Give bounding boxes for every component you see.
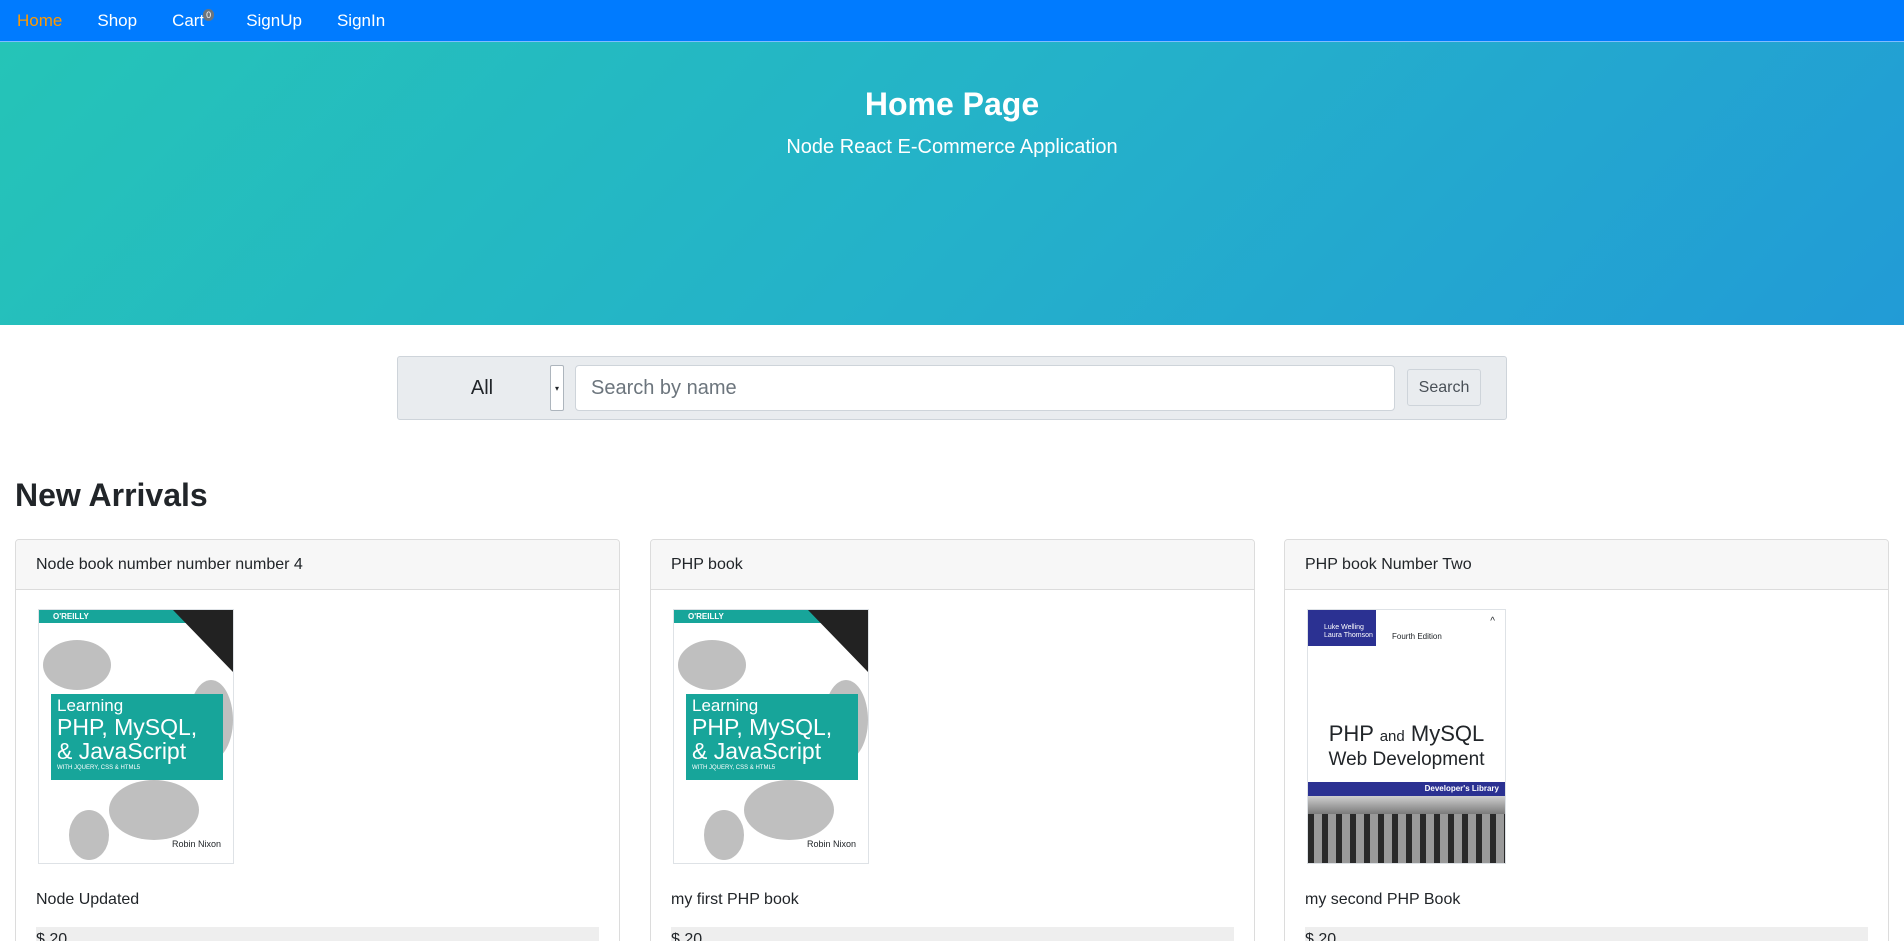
cover-title-line: Web Development (1328, 749, 1485, 770)
product-description: my second PHP Book (1305, 891, 1461, 908)
squirrel-illustration (109, 780, 199, 840)
cover-author: Robin Nixon (806, 839, 856, 849)
cover-title-line: Learning (692, 696, 759, 715)
book-cover: O'REILLY Learning PHP, MySQL, & JavaScri… (39, 610, 233, 863)
caret-down-icon[interactable]: ▾ (550, 365, 564, 411)
cover-title: PHP and MySQL Web Development (1308, 722, 1505, 771)
cover-title-line: Learning (57, 696, 124, 715)
edition-corner (808, 610, 868, 672)
product-card-title: PHP book Number Two (1285, 540, 1888, 590)
product-price: $ 20 (1305, 927, 1868, 941)
product-card: Node book number number number 4 O'REILL… (15, 539, 620, 941)
page-subtitle: Node React E-Commerce Application (786, 136, 1118, 158)
book-cover: O'REILLY Learning PHP, MySQL, & JavaScri… (674, 610, 868, 863)
product-card: PHP book Number Two Luke Welling Laura T… (1284, 539, 1889, 941)
edition-corner (173, 610, 233, 672)
category-select[interactable]: All (398, 357, 566, 419)
cover-title-box: Learning PHP, MySQL, & JavaScript WITH J… (686, 694, 858, 780)
page-title: Home Page (864, 86, 1040, 122)
new-arrivals-heading: New Arrivals (15, 477, 208, 513)
nav-shop-link[interactable]: Shop (97, 0, 137, 42)
squirrel-illustration (704, 810, 744, 860)
squirrel-illustration (678, 640, 746, 690)
book-cover: Luke Welling Laura Thomson Fourth Editio… (1308, 610, 1505, 863)
cover-title-word: PHP (1328, 721, 1374, 746)
cover-authors: Luke Welling Laura Thomson (1308, 610, 1376, 646)
product-image[interactable]: O'REILLY Learning PHP, MySQL, & JavaScri… (38, 609, 234, 864)
cover-tagline: WITH JQUERY, CSS & HTML5 (692, 765, 776, 771)
category-select-value: All (470, 376, 494, 399)
product-image[interactable]: O'REILLY Learning PHP, MySQL, & JavaScri… (673, 609, 869, 864)
product-card: PHP book O'REILLY Learning PHP, MySQL, &… (650, 539, 1255, 941)
jumbotron-banner: Home Page Node React E-Commerce Applicat… (0, 42, 1904, 325)
product-description: my first PHP book (671, 891, 799, 908)
cover-edition: Fourth Edition (1392, 632, 1442, 641)
navbar: Home Shop Cart 0 SignUp SignIn (0, 0, 1904, 42)
cover-title-line: & JavaScript (692, 738, 822, 764)
cover-title-line: PHP, MySQL, (57, 714, 198, 740)
cover-author: Luke Welling (1324, 624, 1364, 631)
cover-title-box: Learning PHP, MySQL, & JavaScript WITH J… (51, 694, 223, 780)
nav-cart-label: Cart (172, 10, 205, 30)
squirrel-illustration (744, 780, 834, 840)
aqueduct-photo (1308, 796, 1505, 863)
cover-series-band: Developer's Library (1308, 782, 1505, 796)
cover-tagline: WITH JQUERY, CSS & HTML5 (57, 765, 141, 771)
search-input[interactable] (575, 365, 1395, 411)
cover-title-line: PHP and MySQL (1308, 722, 1505, 749)
publisher-logo-icon: ^ (1490, 616, 1495, 627)
cover-title-word: and (1379, 728, 1405, 745)
cart-count-badge: 0 (203, 8, 215, 21)
nav-cart-link[interactable]: Cart 0 (172, 0, 215, 42)
search-button[interactable]: Search (1407, 369, 1481, 406)
nav-signin-link[interactable]: SignIn (337, 0, 385, 42)
squirrel-illustration (43, 640, 111, 690)
product-price: $ 20 (36, 927, 599, 941)
product-card-title: PHP book (651, 540, 1254, 590)
product-description: Node Updated (36, 891, 140, 908)
search-form: All ▾ Search (397, 356, 1507, 420)
product-image[interactable]: Luke Welling Laura Thomson Fourth Editio… (1307, 609, 1506, 864)
nav-home-link[interactable]: Home (17, 0, 62, 42)
nav-signup-link[interactable]: SignUp (246, 0, 302, 42)
cover-title-line: & JavaScript (57, 738, 187, 764)
product-card-title: Node book number number number 4 (16, 540, 619, 590)
cover-title-word: MySQL (1410, 721, 1485, 746)
squirrel-illustration (69, 810, 109, 860)
cover-title-line: PHP, MySQL, (692, 714, 833, 740)
product-price: $ 20 (671, 927, 1234, 941)
cover-author: Robin Nixon (171, 839, 221, 849)
cover-author: Laura Thomson (1324, 632, 1373, 639)
